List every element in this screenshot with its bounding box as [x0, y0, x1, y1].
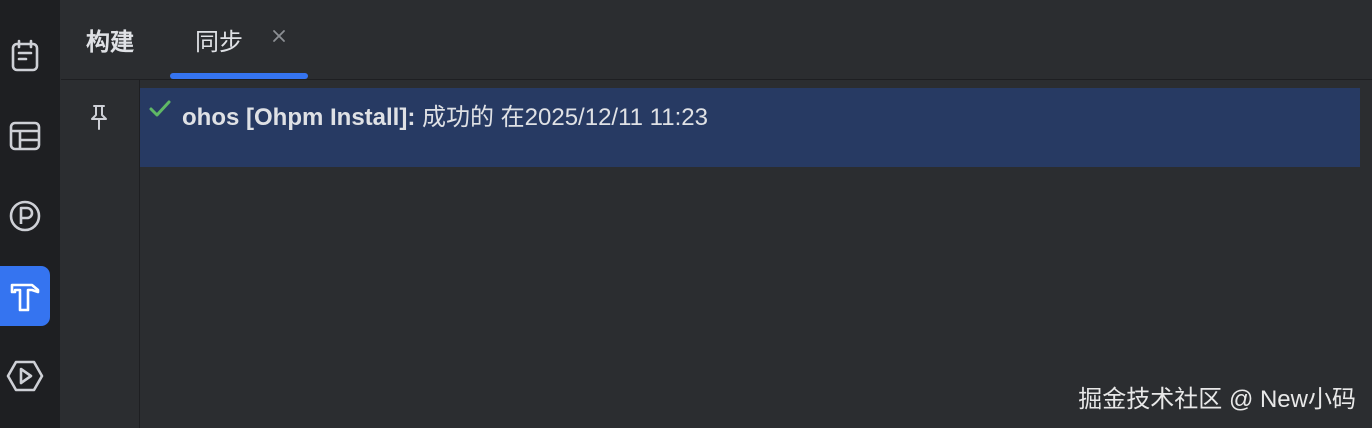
- tab-build[interactable]: 构建: [86, 0, 134, 79]
- p-circle-icon: [7, 198, 43, 234]
- sync-output-tree: ohos [Ohpm Install]: 成功的 在2025/12/11 11:…: [140, 80, 1372, 428]
- tab-bar: 构建 同步: [61, 0, 1372, 80]
- build-tool-button[interactable]: [0, 266, 50, 326]
- ide-window: 构建 同步 ohos [Ohpm Install]: 成功的 在2025/12/…: [0, 0, 1372, 428]
- watermark: 掘金技术社区 @ New小码: [1078, 386, 1356, 413]
- action-gutter: [61, 80, 140, 428]
- pin-button[interactable]: [87, 102, 111, 132]
- tool-strip: [0, 0, 61, 428]
- run-tool-button[interactable]: [0, 346, 50, 406]
- layout-icon: [7, 118, 43, 154]
- active-tab-indicator: [170, 73, 308, 79]
- notes-icon: [7, 38, 43, 74]
- hammer-icon: [7, 278, 43, 314]
- sync-task-name: ohos [Ohpm Install]:: [182, 104, 416, 131]
- pin-icon: [87, 105, 111, 136]
- run-hexagon-icon: [5, 358, 45, 394]
- layout-tool-button[interactable]: [0, 106, 50, 166]
- profiler-tool-button[interactable]: [0, 186, 50, 246]
- notes-tool-button[interactable]: [0, 26, 50, 86]
- sync-result-row[interactable]: ohos [Ohpm Install]: 成功的 在2025/12/11 11:…: [140, 88, 1360, 167]
- close-icon: [271, 28, 287, 49]
- check-icon: [148, 98, 172, 120]
- tab-sync[interactable]: 同步: [195, 0, 243, 79]
- sync-result-text: ohos [Ohpm Install]: 成功的 在2025/12/11 11:…: [182, 97, 708, 132]
- sync-status-message: 成功的 在2025/12/11 11:23: [422, 104, 708, 131]
- close-tab-button[interactable]: [268, 27, 290, 49]
- build-tool-window: 构建 同步 ohos [Ohpm Install]: 成功的 在2025/12/…: [61, 0, 1372, 428]
